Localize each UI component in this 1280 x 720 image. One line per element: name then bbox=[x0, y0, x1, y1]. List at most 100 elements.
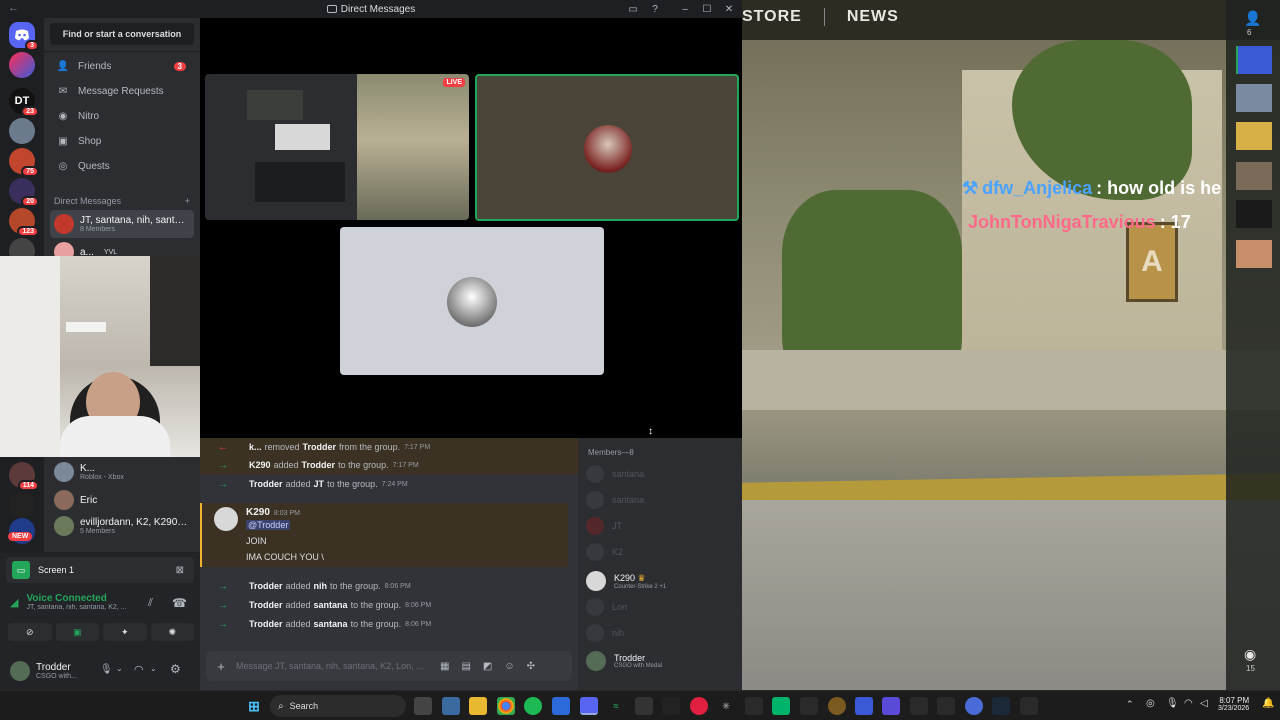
member-item[interactable]: JT bbox=[586, 515, 736, 537]
msg-actor[interactable]: Trodder bbox=[249, 600, 283, 610]
app-icon[interactable] bbox=[690, 697, 708, 715]
stop-share-icon[interactable]: ⊠ bbox=[176, 565, 184, 576]
app-icon[interactable] bbox=[745, 697, 763, 715]
msg-actor[interactable]: Trodder bbox=[249, 619, 283, 629]
app-icon[interactable] bbox=[937, 697, 955, 715]
dm-item-group[interactable]: JT, santana, nih, santan... 8 Members bbox=[50, 210, 194, 238]
voice-status[interactable]: Voice Connected bbox=[26, 593, 130, 604]
app-icon[interactable] bbox=[855, 697, 873, 715]
notification-bell-icon[interactable]: 🔔 bbox=[1262, 698, 1274, 709]
member-item[interactable]: K2 bbox=[586, 541, 736, 563]
server-icon[interactable]: 20 bbox=[9, 178, 39, 207]
server-dt-icon[interactable]: DT 23 bbox=[9, 88, 39, 117]
attach-plus-icon[interactable]: + bbox=[206, 659, 236, 674]
close-button[interactable]: ✕ bbox=[718, 1, 740, 17]
broadcast-icon[interactable]: ◉ bbox=[1244, 646, 1256, 663]
disconnect-icon[interactable]: ☎ bbox=[172, 596, 187, 610]
friend-avatar[interactable] bbox=[1236, 200, 1272, 228]
server-icon[interactable]: 123 bbox=[9, 208, 39, 237]
app-icon[interactable] bbox=[442, 697, 460, 715]
windows-start-icon[interactable]: ⊞ bbox=[245, 697, 263, 715]
friends-icon[interactable]: 👤 bbox=[1244, 10, 1261, 27]
discord-taskbar-icon[interactable] bbox=[580, 697, 598, 715]
friend-avatar[interactable] bbox=[1236, 162, 1272, 190]
server-icon[interactable] bbox=[9, 118, 35, 144]
tray-mic-icon[interactable]: 🎙 bbox=[1166, 698, 1179, 709]
member-item[interactable]: santana bbox=[586, 463, 736, 485]
help-icon[interactable]: ? bbox=[644, 1, 666, 17]
chrome-icon[interactable] bbox=[497, 697, 515, 715]
msg-target[interactable]: santana bbox=[314, 600, 348, 610]
tray-app-icon[interactable]: ◎ bbox=[1146, 698, 1155, 709]
member-item[interactable]: Trodder CSGO with Medal bbox=[586, 648, 736, 674]
settings-gear-icon[interactable]: ⚙ bbox=[170, 662, 181, 676]
msg-target[interactable]: nih bbox=[314, 581, 328, 591]
participant-tile[interactable] bbox=[340, 227, 604, 375]
screen-share-card[interactable]: ▭ Screen 1 ⊠ bbox=[6, 557, 194, 583]
chevron-down-icon[interactable]: ⌄ bbox=[150, 664, 157, 673]
stream-tile[interactable]: LIVE bbox=[205, 74, 469, 220]
wifi-icon[interactable]: ◠ bbox=[1184, 698, 1193, 709]
activities-button[interactable]: ✦ bbox=[103, 623, 147, 641]
server-icon[interactable] bbox=[9, 52, 35, 78]
friend-avatar[interactable] bbox=[1236, 84, 1272, 112]
noise-suppression-icon[interactable]: ⫽ bbox=[148, 597, 153, 610]
gift-icon[interactable]: ▦ bbox=[440, 661, 449, 672]
minimize-button[interactable]: – bbox=[674, 1, 696, 17]
file-explorer-icon[interactable] bbox=[469, 697, 487, 715]
app-icon[interactable] bbox=[635, 697, 653, 715]
server-icon[interactable] bbox=[9, 492, 35, 518]
nav-nitro[interactable]: ◉ Nitro bbox=[50, 105, 194, 127]
maximize-button[interactable]: ☐ bbox=[696, 1, 718, 17]
msg-target[interactable]: JT bbox=[314, 479, 325, 489]
nav-message-requests[interactable]: ✉ Message Requests bbox=[50, 80, 194, 102]
chevron-down-icon[interactable]: ⌄ bbox=[116, 664, 123, 673]
tray-chevron-up-icon[interactable]: ⌃ bbox=[1126, 699, 1134, 710]
camera-off-button[interactable]: ⊘ bbox=[8, 623, 52, 641]
app-icon[interactable] bbox=[800, 697, 818, 715]
app-icon[interactable] bbox=[772, 697, 790, 715]
taskbar-search[interactable]: ⌕ Search bbox=[270, 695, 406, 717]
friend-avatar[interactable] bbox=[1236, 240, 1272, 268]
msg-actor[interactable]: Trodder bbox=[249, 479, 283, 489]
app-icon[interactable]: ≈ bbox=[607, 697, 625, 715]
app-icon[interactable] bbox=[552, 697, 570, 715]
create-dm-plus-icon[interactable]: + bbox=[185, 196, 190, 206]
msg-target[interactable]: Trodder bbox=[302, 460, 336, 470]
friend-avatar[interactable] bbox=[1236, 122, 1272, 150]
nav-quests[interactable]: ◎ Quests bbox=[50, 155, 194, 177]
app-icon[interactable] bbox=[965, 697, 983, 715]
screen-share-button[interactable]: ▣ bbox=[55, 623, 99, 641]
app-icon[interactable] bbox=[882, 697, 900, 715]
app-icon[interactable] bbox=[1020, 697, 1038, 715]
member-item[interactable]: K290 ♛ Counter-Strike 2 +1 bbox=[586, 568, 736, 594]
msg-actor[interactable]: K290 bbox=[249, 460, 271, 470]
dm-item[interactable]: evilljordann, K2, K290, ... 5 Members bbox=[50, 512, 194, 540]
participant-tile-speaking[interactable] bbox=[475, 74, 739, 221]
emoji-icon[interactable]: ☺ bbox=[504, 661, 514, 672]
nav-friends[interactable]: 👤 Friends 3 bbox=[50, 55, 194, 77]
search-input[interactable]: Find or start a conversation bbox=[50, 23, 194, 45]
msg-actor[interactable]: Trodder bbox=[249, 581, 283, 591]
msg-author[interactable]: K290 bbox=[246, 507, 270, 518]
nav-shop[interactable]: ▣ Shop bbox=[50, 130, 194, 152]
mention[interactable]: @Trodder bbox=[246, 520, 291, 530]
gif-icon[interactable]: ▤ bbox=[461, 661, 470, 672]
voice-channel[interactable]: JT, santana, nih, santana, K2, ... bbox=[26, 604, 130, 611]
app-icon[interactable] bbox=[662, 697, 680, 715]
msg-target[interactable]: Trodder bbox=[303, 442, 337, 452]
dm-item[interactable]: K... Roblox - Xbox bbox=[50, 458, 194, 486]
server-icon[interactable]: 114 bbox=[9, 462, 39, 491]
member-item[interactable]: Lon bbox=[586, 596, 736, 618]
msg-target[interactable]: santana bbox=[314, 619, 348, 629]
soundboard-button[interactable]: ✺ bbox=[150, 623, 194, 641]
system-clock[interactable]: 8:07 PM 3/23/2026 bbox=[1218, 696, 1249, 712]
steam-icon[interactable] bbox=[992, 697, 1010, 715]
spotify-icon[interactable] bbox=[524, 697, 542, 715]
inbox-icon[interactable]: ▭ bbox=[622, 1, 644, 17]
app-icon[interactable] bbox=[910, 697, 928, 715]
microphone-icon[interactable]: 🎙 bbox=[100, 664, 113, 675]
message-input[interactable]: Message JT, santana, nih, santana, K2, L… bbox=[236, 661, 432, 671]
headphones-icon[interactable]: ◠ bbox=[134, 663, 144, 676]
msg-actor[interactable]: k... bbox=[249, 442, 262, 452]
